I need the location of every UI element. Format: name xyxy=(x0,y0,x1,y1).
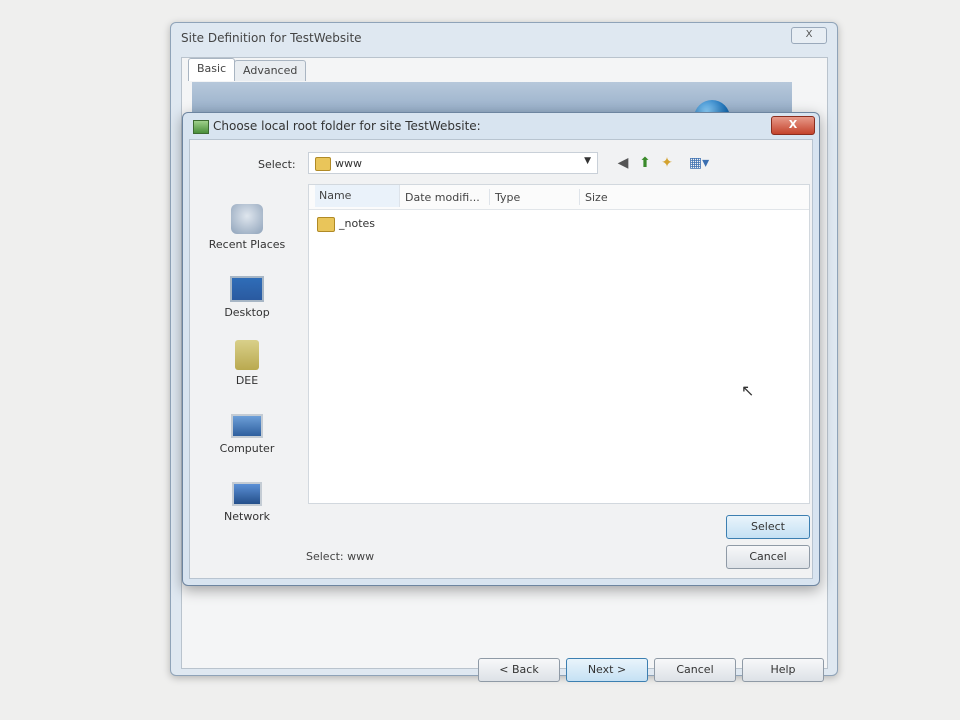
list-header: Name Date modifi... Type Size xyxy=(309,185,809,210)
tab-basic[interactable]: Basic xyxy=(188,58,236,81)
dialog-body: Select: www ▼ ◀ ⬆ ✦ ▦▾ Recent Places Des… xyxy=(189,139,813,579)
location-dropdown[interactable]: www ▼ xyxy=(308,152,598,174)
file-name: _notes xyxy=(339,217,376,230)
window-title: Site Definition for TestWebsite xyxy=(181,31,362,45)
views-menu-icon[interactable]: ▦▾ xyxy=(684,154,714,172)
dialog-close-button[interactable]: X xyxy=(771,116,815,135)
folder-icon xyxy=(317,217,335,232)
computer-icon xyxy=(231,414,263,438)
folder-icon xyxy=(315,157,331,171)
column-divider[interactable] xyxy=(579,189,580,205)
selection-status: Select: www xyxy=(306,550,375,563)
back-button[interactable]: < Back xyxy=(478,658,560,682)
column-header-type[interactable]: Type xyxy=(495,191,520,204)
tab-advanced[interactable]: Advanced xyxy=(234,60,307,81)
place-label: Recent Places xyxy=(208,238,286,251)
back-icon[interactable]: ◀ xyxy=(614,154,632,172)
place-computer[interactable]: Computer xyxy=(192,408,302,455)
up-folder-icon[interactable]: ⬆ xyxy=(636,154,654,172)
select-label: Select: xyxy=(258,158,296,171)
next-button[interactable]: Next > xyxy=(566,658,648,682)
place-recent[interactable]: Recent Places xyxy=(192,204,302,251)
file-list[interactable]: Name Date modifi... Type Size _notes ↖ xyxy=(308,184,810,504)
chevron-down-icon[interactable]: ▼ xyxy=(584,156,591,166)
dialog-title: Choose local root folder for site TestWe… xyxy=(213,119,481,133)
place-desktop[interactable]: Desktop xyxy=(192,272,302,319)
new-folder-icon[interactable]: ✦ xyxy=(658,154,676,172)
mouse-pointer-icon: ↖ xyxy=(741,381,755,400)
column-header-size[interactable]: Size xyxy=(585,191,608,204)
places-bar: Recent Places Desktop DEE Computer Netwo… xyxy=(192,190,302,580)
select-button[interactable]: Select xyxy=(726,515,810,539)
desktop-icon xyxy=(230,276,264,302)
column-header-name[interactable]: Name xyxy=(315,185,400,207)
cancel-button[interactable]: Cancel xyxy=(654,658,736,682)
user-folder-icon xyxy=(235,340,259,370)
place-label: Desktop xyxy=(224,306,270,319)
recent-places-icon xyxy=(231,204,263,234)
place-user-folder[interactable]: DEE xyxy=(192,340,302,387)
choose-folder-dialog: Choose local root folder for site TestWe… xyxy=(182,112,820,586)
place-label: DEE xyxy=(235,374,259,387)
network-icon xyxy=(232,482,262,506)
place-label: Computer xyxy=(219,442,275,455)
column-divider[interactable] xyxy=(489,189,490,205)
column-header-date-modified[interactable]: Date modifi... xyxy=(405,191,480,204)
dialog-app-icon xyxy=(193,120,209,134)
cancel-button[interactable]: Cancel xyxy=(726,545,810,569)
close-button[interactable]: X xyxy=(791,27,827,44)
location-value: www xyxy=(335,157,362,170)
help-button[interactable]: Help xyxy=(742,658,824,682)
place-network[interactable]: Network xyxy=(192,476,302,523)
place-label: Network xyxy=(224,510,270,523)
